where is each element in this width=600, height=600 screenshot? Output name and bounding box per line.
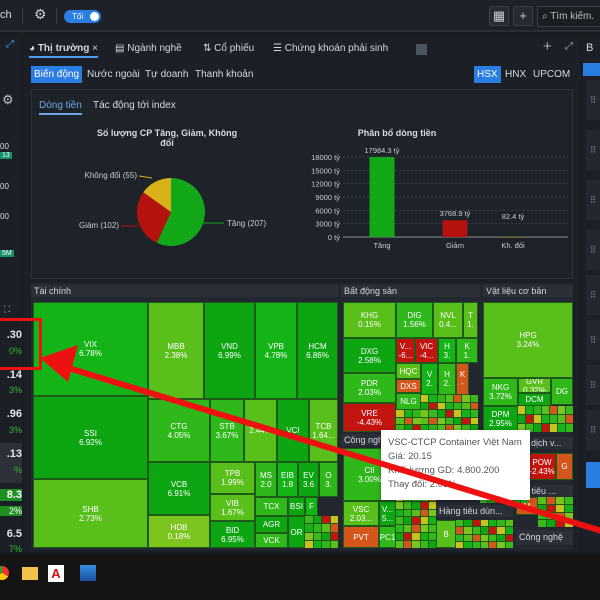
file-explorer-icon[interactable]	[22, 567, 38, 580]
autocad-icon[interactable]: A	[48, 565, 64, 582]
annotation-arrow	[40, 345, 600, 534]
photos-icon[interactable]	[80, 565, 96, 581]
chrome-icon[interactable]	[0, 566, 9, 580]
taskbar: A	[0, 554, 600, 600]
